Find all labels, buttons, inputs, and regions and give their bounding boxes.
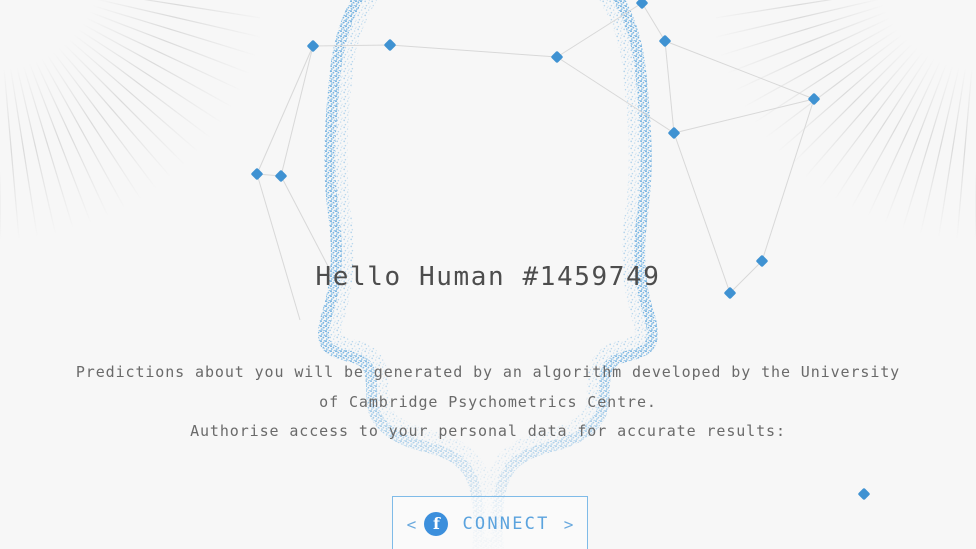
intro-line-3: Authorise access to your personal data f… xyxy=(190,422,786,440)
left-chevron-icon: < xyxy=(406,514,417,534)
page-content: Hello Human #1459749 Predictions about y… xyxy=(0,0,976,549)
intro-paragraph: Predictions about you will be generated … xyxy=(0,358,976,447)
landing-page: Hello Human #1459749 Predictions about y… xyxy=(0,0,976,549)
right-chevron-icon: > xyxy=(563,514,574,534)
connect-button-label: CONNECT xyxy=(462,514,550,534)
intro-line-2: of Cambridge Psychometrics Centre. xyxy=(319,392,657,411)
facebook-connect-button[interactable]: < f CONNECT > xyxy=(392,496,588,549)
page-title: Hello Human #1459749 xyxy=(315,262,661,292)
facebook-icon: f xyxy=(424,512,449,536)
facebook-glyph: f xyxy=(433,514,440,533)
intro-line-1: Predictions about you will be generated … xyxy=(75,363,901,381)
